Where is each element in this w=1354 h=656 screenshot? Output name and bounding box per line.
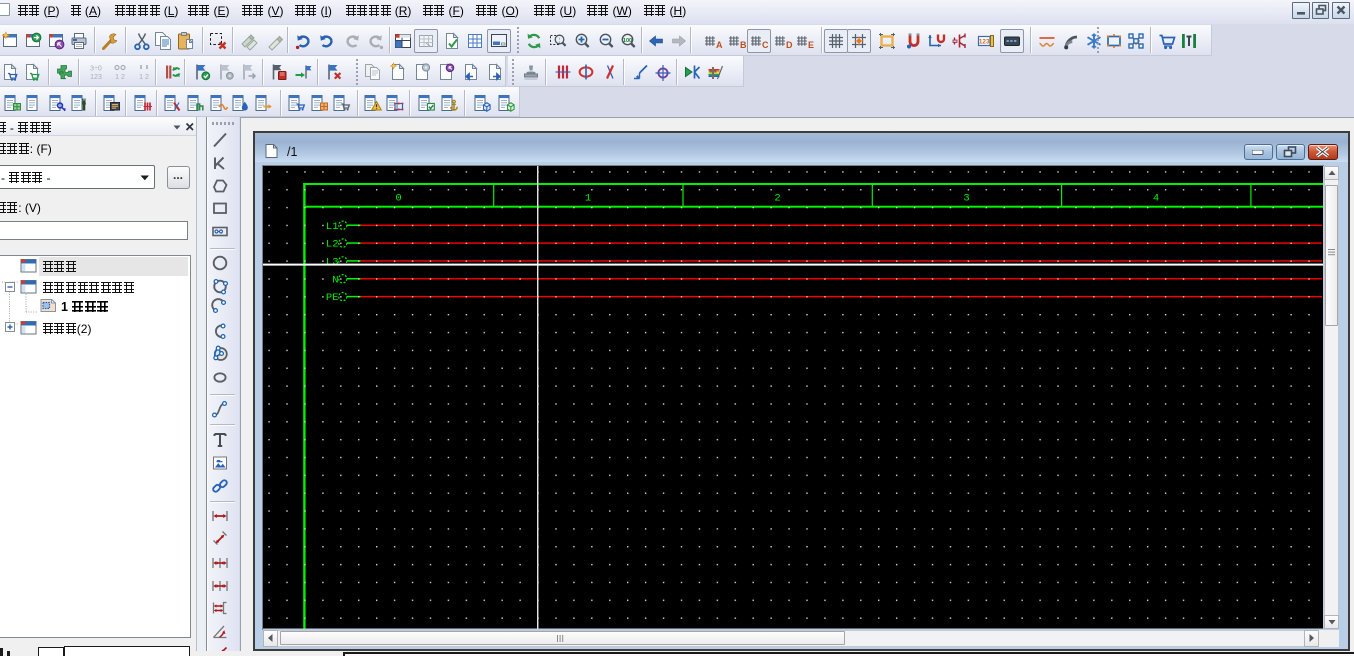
svg-text:123: 123 xyxy=(979,38,990,45)
svg-text:3÷0: 3÷0 xyxy=(90,66,102,73)
svg-text:B: B xyxy=(740,40,747,50)
svg-text:A: A xyxy=(716,40,723,50)
svg-text:E: E xyxy=(808,40,814,50)
svg-text:C: C xyxy=(762,40,769,50)
svg-text:123: 123 xyxy=(90,74,102,81)
svg-text:100: 100 xyxy=(623,38,632,44)
svg-text:D: D xyxy=(786,40,793,50)
svg-text:1 2: 1 2 xyxy=(139,74,149,81)
svg-text:1 2: 1 2 xyxy=(115,74,125,81)
